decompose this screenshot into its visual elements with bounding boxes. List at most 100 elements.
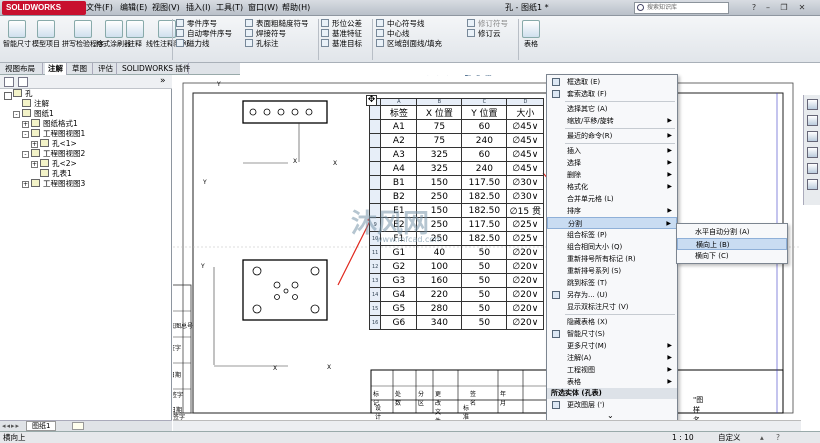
table-cell[interactable]: ∅30∨ (506, 189, 545, 204)
table-button[interactable]: 表格 (522, 20, 540, 48)
expand-toggle-icon[interactable]: - (13, 111, 20, 118)
context-menu-item[interactable]: 跳到标签 (T) (547, 277, 677, 289)
context-menu-item[interactable]: 删除 ▶ (547, 169, 677, 181)
note-button[interactable]: 注释 (126, 20, 144, 48)
context-menu-item[interactable]: 缩放/平移/旋转 ▶ (547, 115, 677, 127)
table-cell[interactable]: 182.50 (461, 203, 508, 218)
close-button[interactable]: ✕ (796, 2, 808, 13)
context-menu-item[interactable]: 组合相同大小 (Q) (547, 241, 677, 253)
area-hatch-button[interactable]: 区域剖面线/填充 (376, 39, 442, 49)
table-row[interactable]: 14 G4 220 50 ∅20∨ (368, 287, 545, 302)
context-menu-item[interactable]: 组合标签 (P) (547, 229, 677, 241)
context-menu-item[interactable]: 排序 ▶ (547, 205, 677, 217)
menu-more-icon[interactable]: ⌄ (607, 411, 614, 420)
table-cell[interactable]: 75 (416, 119, 463, 134)
menu-item[interactable]: 窗口(W) (248, 2, 278, 14)
menu-item[interactable]: 视图(V) (152, 2, 180, 14)
property-manager-icon[interactable] (18, 77, 28, 87)
table-cell[interactable]: ∅45∨ (506, 133, 545, 148)
restore-button[interactable]: ❐ (778, 2, 790, 13)
row-number[interactable]: 16 (368, 315, 382, 330)
table-row[interactable]: 15 G5 280 50 ∅20∨ (368, 301, 545, 316)
context-menu-item[interactable]: 套索选取 (F) (547, 88, 677, 100)
magnetic-line-button[interactable]: 磁力线 (176, 39, 232, 49)
tree-item[interactable]: - 工程图视图2 (0, 149, 172, 159)
tree-item[interactable]: - 图纸1 (0, 109, 172, 119)
context-menu-item[interactable]: 注解(A) ▶ (547, 352, 677, 364)
table-cell[interactable]: A4 (380, 161, 418, 176)
tab-3[interactable]: 评估 (95, 63, 117, 75)
table-cell[interactable]: 40 (416, 245, 463, 260)
minimize-button[interactable]: – (762, 2, 774, 13)
table-cell[interactable]: B1 (380, 175, 418, 190)
datum-feature-button[interactable]: 基准特征 (321, 29, 362, 39)
context-menu-item[interactable]: 合并单元格 (L) (547, 193, 677, 205)
table-row[interactable]: A2 75 240 ∅45∨ (368, 133, 545, 148)
submenu-item[interactable]: 横向下 (C) (677, 250, 787, 262)
context-menu-item[interactable]: 选择其它 (A) (547, 103, 677, 115)
row-number[interactable] (368, 147, 382, 162)
column-letter[interactable]: D (506, 98, 545, 106)
table-cell[interactable]: G6 (380, 315, 418, 330)
menu-item[interactable]: 插入(I) (186, 2, 211, 14)
tab-4[interactable]: SOLIDWORKS 插件 (119, 63, 190, 75)
table-cell[interactable]: 60 (461, 119, 508, 134)
table-cell[interactable]: 240 (461, 161, 508, 176)
table-cell[interactable]: G1 (380, 245, 418, 260)
row-number[interactable]: 13 (368, 273, 382, 288)
help-icon[interactable]: ? (748, 2, 760, 13)
revision-cloud-button[interactable]: 修订云 (467, 29, 508, 39)
context-menu-item[interactable]: 插入 ▶ (547, 145, 677, 157)
table-cell[interactable]: 50 (461, 301, 508, 316)
context-menu-item[interactable]: 表格 ▶ (547, 376, 677, 388)
tab-2[interactable]: 草图 (69, 63, 93, 75)
table-cell[interactable]: 117.50 (461, 175, 508, 190)
search-input[interactable]: 搜索知识库 (634, 2, 729, 14)
context-menu-item[interactable]: 更多尺寸(M) ▶ (547, 340, 677, 352)
tree-item[interactable]: 孔 (0, 89, 172, 99)
table-cell[interactable]: 50 (461, 245, 508, 260)
table-cell[interactable]: 325 (416, 147, 463, 162)
context-menu-item[interactable]: 重新排号所有标记 (R) (547, 253, 677, 265)
context-menu-item[interactable]: 隐藏表格 (X) (547, 316, 677, 328)
row-number[interactable]: 11 (368, 245, 382, 260)
filter-icon[interactable] (4, 92, 12, 100)
row-number[interactable]: 15 (368, 301, 382, 316)
column-letter[interactable]: A (380, 98, 418, 106)
context-menu-item[interactable]: 分割 ▶ (547, 217, 677, 229)
table-cell[interactable]: 182.50 (461, 231, 508, 246)
expand-toggle-icon[interactable]: - (22, 131, 29, 138)
column-header[interactable]: X 位置 (416, 105, 463, 120)
context-menu-item[interactable]: 另存为... (U) (547, 289, 677, 301)
expand-toggle-icon[interactable]: + (31, 141, 38, 148)
table-cell[interactable]: ∅20∨ (506, 259, 545, 274)
table-cell[interactable]: 280 (416, 301, 463, 316)
row-number[interactable] (368, 105, 382, 120)
feature-tree-icon[interactable] (4, 77, 14, 87)
table-move-handle[interactable]: ✥ (366, 95, 377, 106)
table-cell[interactable]: 150 (416, 175, 463, 190)
row-number[interactable] (368, 119, 382, 134)
table-row[interactable]: A4 325 240 ∅45∨ (368, 161, 545, 176)
table-cell[interactable]: 50 (461, 287, 508, 302)
column-header[interactable]: 大小 (506, 105, 545, 120)
table-cell[interactable]: A1 (380, 119, 418, 134)
surface-finish-button[interactable]: 表面粗糙度符号 (245, 19, 309, 29)
sheet-nav-icon[interactable]: ◂◂▸▸ (2, 422, 20, 430)
context-menu-item[interactable]: 最近的命令(R) ▶ (547, 130, 677, 142)
datum-target-button[interactable]: 基准目标 (321, 39, 362, 49)
table-cell[interactable]: ∅15 贯 (506, 203, 545, 218)
row-number[interactable] (368, 133, 382, 148)
table-cell[interactable]: ∅30∨ (506, 175, 545, 190)
tab-0[interactable]: 视图布局 (2, 63, 43, 75)
menu-item[interactable]: 文件(F) (86, 2, 113, 14)
table-cell[interactable]: 117.50 (461, 217, 508, 232)
design-library-icon[interactable] (807, 115, 818, 126)
table-cell[interactable]: B2 (380, 189, 418, 204)
tree-item[interactable]: + 图纸格式1 (0, 119, 172, 129)
add-sheet-icon[interactable] (72, 422, 84, 430)
table-cell[interactable]: ∅25∨ (506, 231, 545, 246)
tab-1[interactable]: 注解 (45, 63, 67, 75)
center-mark-button[interactable]: 中心符号线 (376, 19, 442, 29)
expand-toggle-icon[interactable]: + (22, 121, 29, 128)
